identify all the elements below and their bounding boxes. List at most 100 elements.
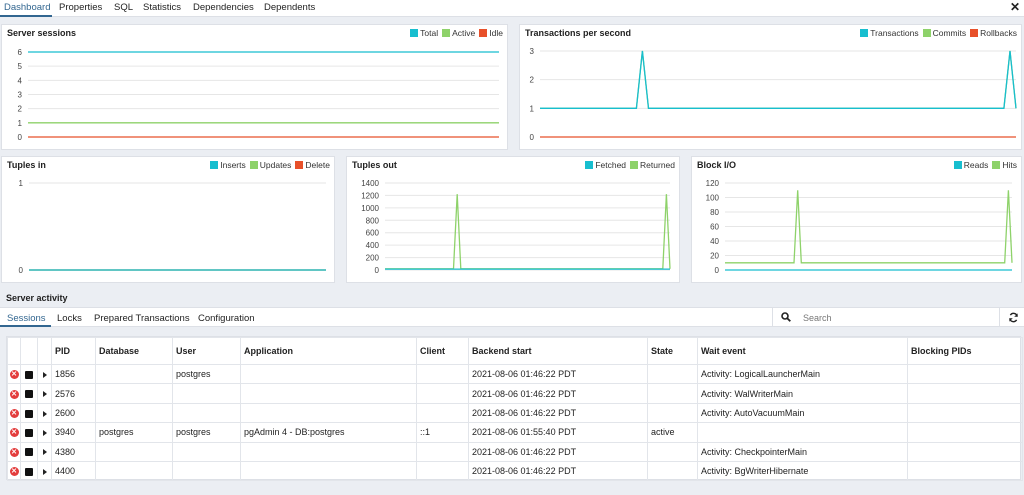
tab-dependents[interactable]: Dependents	[264, 2, 315, 13]
y-tick-label: 3	[18, 91, 23, 100]
cancel-query-icon[interactable]: ✕	[9, 409, 19, 419]
cancel-query-icon[interactable]: ✕	[9, 428, 19, 438]
column-header[interactable]: Wait event	[697, 337, 908, 365]
table-cell	[907, 363, 1023, 385]
y-tick-label: 1	[530, 104, 535, 113]
tab-sql[interactable]: SQL	[114, 2, 133, 13]
table-row[interactable]: ✕ 2600 2021-08-06 01:46:22 PDT Activity: Au…	[7, 402, 1023, 424]
tab-properties[interactable]: Properties	[59, 2, 102, 13]
transactions-per-second-panel: Transactions per second Transactions Comm…	[519, 24, 1022, 150]
table-cell: pgAdmin 4 - DB:postgres	[240, 422, 417, 443]
search-box	[772, 308, 1000, 327]
terminate-session-icon[interactable]	[25, 448, 33, 457]
tab-prepared-transactions[interactable]: Prepared Transactions	[94, 313, 190, 324]
tab-configuration[interactable]: Configuration	[198, 313, 255, 324]
table-cell	[647, 363, 698, 385]
tab-dependencies[interactable]: Dependencies	[193, 2, 254, 13]
cancel-query-icon[interactable]: ✕	[9, 389, 19, 399]
cancel-query-icon[interactable]: ✕	[9, 467, 19, 477]
y-tick-label: 2	[18, 105, 23, 114]
y-tick-label: 0	[530, 133, 535, 142]
column-header[interactable]: Backend start	[468, 337, 648, 365]
table-cell	[95, 460, 173, 482]
table-cell	[647, 460, 698, 482]
block-io-panel: Block I/O Reads Hits 0 20 40 60 80 100 120	[691, 156, 1022, 283]
table-cell	[240, 441, 417, 462]
cancel-query-icon[interactable]: ✕	[9, 370, 19, 380]
table-cell: 2021-08-06 01:46:22 PDT	[468, 460, 648, 482]
table-cell	[416, 402, 469, 424]
table-row[interactable]: ✕ 4400 2021-08-06 01:46:22 PDT Activity: Bg…	[7, 460, 1023, 482]
y-tick-label: 0	[19, 266, 24, 275]
column-header[interactable]: PID	[51, 337, 96, 365]
column-header[interactable]: User	[172, 337, 241, 365]
y-tick-label: 2	[530, 76, 535, 85]
table-cell: 3940	[51, 422, 96, 443]
table-cell: 4400	[51, 460, 96, 482]
expand-row-icon[interactable]	[42, 391, 47, 398]
tab-sessions[interactable]: Sessions	[7, 313, 46, 324]
y-tick-label: 800	[366, 216, 380, 225]
y-tick-label: 600	[366, 229, 380, 238]
terminate-session-icon[interactable]	[25, 428, 33, 437]
search-input[interactable]	[803, 311, 993, 324]
table-row[interactable]: ✕ 3940 postgres postgres pgAdmin 4 - DB:post…	[7, 422, 1023, 443]
server-sessions-chart: 0 1 2 3 4 5 6	[18, 48, 499, 142]
expand-row-icon[interactable]	[42, 468, 47, 475]
table-cell	[95, 441, 173, 462]
table-cell	[240, 402, 417, 424]
table-cell: Activity: WalWriterMain	[697, 383, 908, 404]
active-tab-indicator	[0, 15, 52, 17]
table-cell	[240, 460, 417, 482]
expand-row-icon[interactable]	[42, 449, 47, 456]
table-cell	[416, 363, 469, 385]
refresh-icon[interactable]	[1008, 312, 1019, 323]
table-cell	[172, 460, 241, 482]
expand-row-icon[interactable]	[42, 371, 47, 378]
table-cell: Activity: AutoVacuumMain	[697, 402, 908, 424]
table-row[interactable]: ✕ 1856 postgres 2021-08-06 01:46:22 PDT Acti…	[7, 363, 1023, 385]
table-cell	[240, 383, 417, 404]
column-header[interactable]: State	[647, 337, 698, 365]
terminate-session-icon[interactable]	[25, 467, 33, 476]
tab-dashboard[interactable]: Dashboard	[4, 2, 50, 13]
column-header[interactable]: Application	[240, 337, 417, 365]
terminate-session-icon[interactable]	[25, 390, 33, 399]
close-icon[interactable]: ✕	[1010, 0, 1020, 14]
search-icon	[781, 312, 791, 322]
top-tab-bar: Dashboard Properties SQL Statistics Depe…	[0, 0, 1024, 17]
table-row[interactable]: ✕ 2576 2021-08-06 01:46:22 PDT Activity: Wa…	[7, 383, 1023, 404]
active-subtab-indicator	[0, 325, 51, 327]
column-header[interactable]: Client	[416, 337, 469, 365]
server-sessions-panel: Server sessions Total Active Idle 0123456	[1, 24, 508, 150]
block-io-chart: 0 20 40 60 80 100 120	[706, 179, 1013, 275]
cancel-query-icon[interactable]: ✕	[9, 447, 19, 457]
table-cell	[172, 441, 241, 462]
y-tick-label: 1000	[361, 204, 379, 213]
table-cell	[95, 363, 173, 385]
y-tick-label: 0	[375, 266, 380, 275]
tuples-in-panel: Tuples in Inserts Updates Delete 01	[1, 156, 335, 283]
y-tick-label: 1400	[361, 179, 379, 188]
table-cell	[647, 402, 698, 424]
tab-locks[interactable]: Locks	[57, 313, 82, 324]
expand-row-icon[interactable]	[42, 410, 47, 417]
tab-statistics[interactable]: Statistics	[143, 2, 181, 13]
table-cell: 2021-08-06 01:46:22 PDT	[468, 402, 648, 424]
terminate-session-icon[interactable]	[25, 409, 33, 418]
table-cell: 2021-08-06 01:46:22 PDT	[468, 363, 648, 385]
table-cell: 2021-08-06 01:46:22 PDT	[468, 441, 648, 462]
tuples-out-chart: 0 200 400 600 800 1000 1200 1400	[361, 179, 671, 275]
table-cell	[907, 441, 1023, 462]
table-cell: 2600	[51, 402, 96, 424]
table-cell: 2576	[51, 383, 96, 404]
y-tick-label: 1200	[361, 191, 379, 200]
table-cell	[697, 422, 908, 443]
table-cell	[647, 441, 698, 462]
expand-row-icon[interactable]	[42, 429, 47, 436]
table-cell: active	[647, 422, 698, 443]
table-row[interactable]: ✕ 4380 2021-08-06 01:46:22 PDT Activity: Ch…	[7, 441, 1023, 462]
terminate-session-icon[interactable]	[25, 370, 33, 379]
column-header[interactable]: Database	[95, 337, 173, 365]
column-header[interactable]: Blocking PIDs	[907, 337, 1023, 365]
